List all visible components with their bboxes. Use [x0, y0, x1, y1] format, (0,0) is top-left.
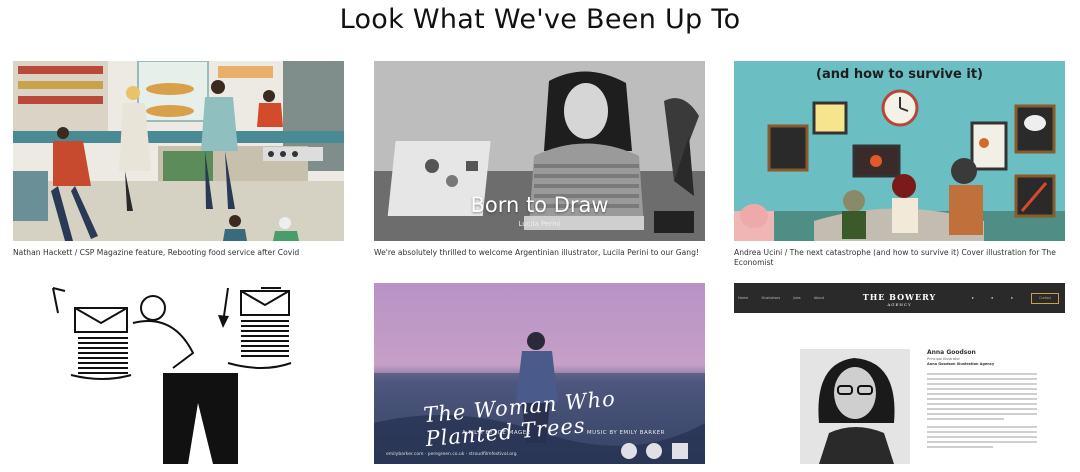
card-caption: Andrea Ucini / The next catastrophe (and…: [734, 248, 1056, 267]
card-caption: We're absolutely thrilled to welcome Arg…: [374, 248, 699, 257]
film-music: MUSIC BY EMILY BARKER: [586, 430, 665, 436]
card-caption: Nathan Hackett / CSP Magazine feature, R…: [13, 248, 300, 257]
food-service-illustration[interactable]: [13, 61, 344, 241]
economist-cover-illustration[interactable]: (and how to survive it): [734, 61, 1065, 241]
born-to-draw-photo[interactable]: Born to Draw Lucila Perini: [374, 61, 705, 241]
line-drawing-illustration[interactable]: [13, 283, 344, 464]
gallery-card-food-service[interactable]: Nathan Hackett / CSP Magazine feature, R…: [13, 61, 344, 258]
bio-agency: Anna Goodson Illustration Agency: [927, 362, 995, 366]
gallery-card-bowery-website[interactable]: Home Illustrators Jobs About THE BOWERY …: [734, 283, 1065, 471]
film-poster-image[interactable]: The Woman Who Planted Trees A FILM BY JO…: [374, 283, 705, 464]
film-director: A FILM BY JOE MAGEE: [462, 430, 531, 436]
born-to-draw-subtitle: Lucila Perini: [518, 220, 561, 228]
born-to-draw-title: Born to Draw: [470, 193, 609, 217]
bowery-website-screenshot[interactable]: Home Illustrators Jobs About THE BOWERY …: [734, 283, 1065, 464]
bio-text: [927, 373, 1037, 451]
gallery-card-born-to-draw[interactable]: Born to Draw Lucila Perini We're absolut…: [374, 61, 705, 258]
cover-heading: (and how to survive it): [816, 67, 983, 82]
gallery-card-film-poster[interactable]: The Woman Who Planted Trees A FILM BY JO…: [374, 283, 705, 471]
film-credits: A FILM BY JOE MAGEE MUSIC BY EMILY BARKE…: [462, 430, 665, 436]
film-footer: emilybarker.com · peregreen.co.uk · stro…: [386, 452, 517, 457]
bio-role: Principal Illustrator: [927, 357, 960, 361]
page-title: Look What We've Been Up To: [339, 4, 741, 35]
gallery-card-line-drawing[interactable]: [13, 283, 344, 471]
bio-name: Anna Goodson: [927, 349, 976, 356]
gallery-card-economist-cover[interactable]: (and how to survive it) Andrea Ucini / T…: [734, 61, 1065, 268]
